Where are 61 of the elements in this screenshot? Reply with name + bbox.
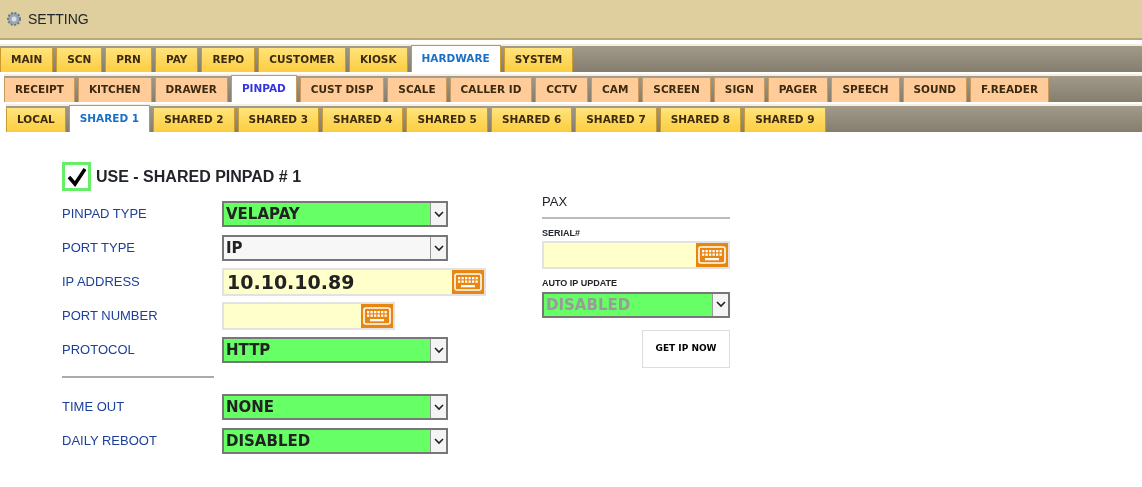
dropdown[interactable]: HTTP	[222, 337, 448, 363]
field-label: TIME OUT	[62, 398, 126, 417]
tab[interactable]: SHARED 3	[237, 107, 320, 132]
tab[interactable]: SOUND	[902, 77, 968, 102]
dropdown[interactable]: VELAPAY	[222, 201, 448, 227]
field-label: SERIAL#	[542, 226, 581, 240]
field-label: IP ADDRESS	[62, 273, 141, 292]
tab[interactable]: F.READER	[970, 77, 1050, 102]
tab[interactable]: HARDWARE	[410, 45, 501, 72]
tab[interactable]: KITCHEN	[77, 77, 152, 102]
tab[interactable]: SHARED 5	[406, 107, 488, 132]
tab[interactable]: SHARED 8	[659, 107, 742, 132]
dropdown[interactable]: DISABLED	[222, 428, 448, 454]
keyboard-icon[interactable]	[363, 307, 391, 325]
get-ip-button[interactable]: GET IP NOW	[642, 329, 730, 368]
tab[interactable]: SCREEN	[642, 77, 711, 102]
keyboard-icon[interactable]	[454, 273, 482, 291]
tab[interactable]: MAIN	[0, 47, 54, 72]
field-label: DAILY REBOOT	[62, 432, 158, 451]
tab[interactable]: KIOSK	[348, 47, 408, 72]
checkbox-label: USE - SHARED PINPAD # 1	[96, 166, 302, 187]
tab[interactable]: SCALE	[387, 77, 447, 102]
field-label: AUTO IP UPDATE	[542, 277, 618, 290]
tab[interactable]: SPEECH	[831, 77, 900, 102]
tab[interactable]: CCTV	[535, 77, 589, 102]
tab[interactable]: SHARED 9	[744, 107, 826, 132]
input-field[interactable]: 10.10.10.89	[222, 268, 486, 296]
tab[interactable]: DRAWER	[154, 77, 228, 102]
section-title: PAX	[542, 192, 730, 219]
tab[interactable]: RECEIPT	[4, 77, 75, 102]
tab[interactable]: SHARED 6	[490, 107, 573, 132]
tab[interactable]: SHARED 1	[68, 105, 151, 132]
field-label: PINPAD TYPE	[62, 205, 148, 224]
tab[interactable]: SHARED 4	[322, 107, 404, 132]
tab[interactable]: CALLER ID	[449, 77, 533, 102]
tab[interactable]: SIGN	[713, 77, 765, 102]
tab[interactable]: SHARED 2	[153, 107, 235, 132]
tab[interactable]: PAY	[154, 47, 199, 72]
tab[interactable]: SYSTEM	[503, 47, 574, 72]
tab[interactable]: REPO	[201, 47, 256, 72]
dropdown[interactable]: NONE	[222, 394, 448, 420]
field-label: PORT TYPE	[62, 239, 136, 258]
tab[interactable]: CUSTOMER	[258, 47, 346, 72]
tab[interactable]: PRN	[105, 47, 152, 72]
checkmark-icon	[66, 166, 87, 187]
tab[interactable]: LOCAL	[6, 107, 66, 132]
input-field[interactable]	[542, 241, 730, 269]
field-label: PROTOCOL	[62, 341, 136, 360]
field-label: PORT NUMBER	[62, 307, 159, 326]
tab[interactable]: CAM	[591, 77, 640, 102]
dropdown[interactable]: IP	[222, 235, 448, 261]
window-title: SETTING	[28, 9, 89, 29]
input-field[interactable]	[222, 302, 395, 330]
tab[interactable]: CUST DISP	[299, 77, 385, 102]
keyboard-icon[interactable]	[698, 246, 726, 264]
checkbox[interactable]	[62, 162, 91, 191]
tab[interactable]: SCN	[56, 47, 103, 72]
tab[interactable]: PINPAD	[230, 75, 297, 102]
tab[interactable]: PAGER	[767, 77, 829, 102]
tab[interactable]: SHARED 7	[575, 107, 657, 132]
gear-icon	[6, 11, 22, 27]
